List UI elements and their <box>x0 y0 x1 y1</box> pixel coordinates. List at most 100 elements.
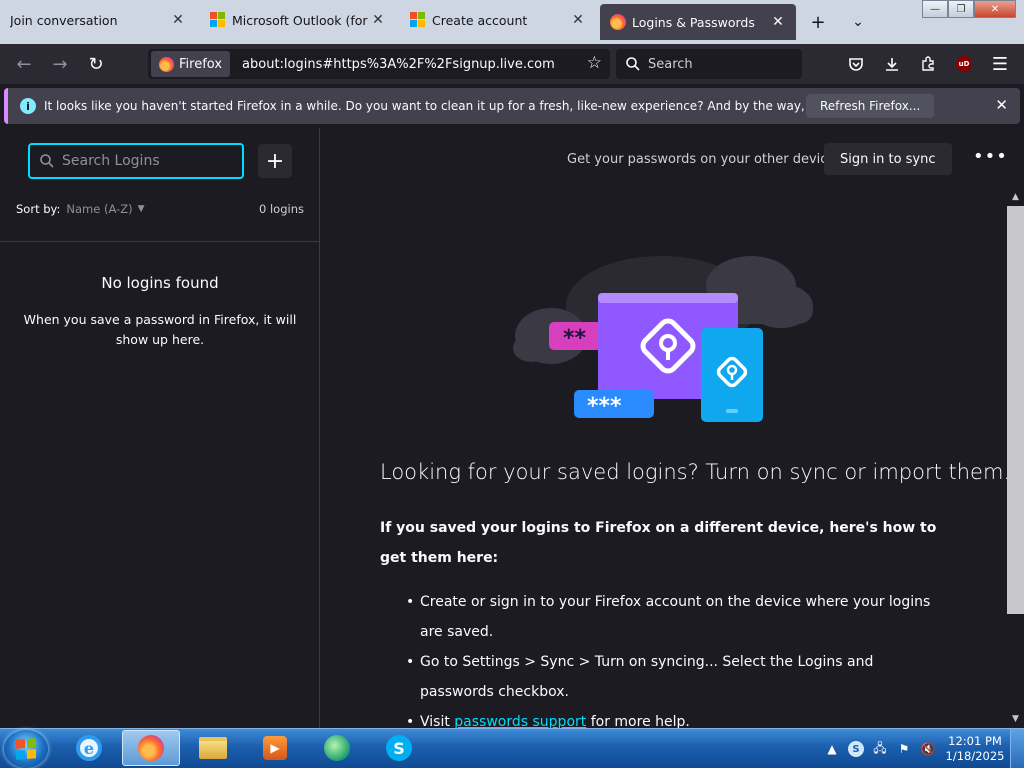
divider <box>0 241 320 242</box>
tab-title: Create account <box>432 12 528 28</box>
identity-label: Firefox <box>179 56 223 72</box>
back-arrow-icon[interactable]: ← <box>8 48 40 80</box>
close-icon[interactable]: ✕ <box>995 96 1008 114</box>
skype-icon: S <box>386 735 412 761</box>
ublock-origin-icon[interactable]: uD <box>948 48 980 80</box>
clock-date: 1/18/2025 <box>945 749 1005 763</box>
clock-time: 12:01 PM <box>948 734 1002 748</box>
internet-explorer-icon: e <box>76 735 102 761</box>
system-tray: ▲ S 🖧 ⚑ 🔇 12:01 PM 1/18/2025 <box>820 729 1024 768</box>
logins-illustration: ** *** <box>513 256 813 422</box>
volume-muted-icon[interactable]: 🔇 <box>919 740 937 758</box>
taskbar-media-player[interactable]: ▶ <box>246 730 304 766</box>
search-bar[interactable]: Search <box>616 49 802 79</box>
notification-bar: i It looks like you haven't started Fire… <box>4 88 1020 124</box>
chat-app-icon <box>324 735 350 761</box>
add-login-button[interactable]: + <box>258 144 292 178</box>
tab-title: Microsoft Outlook (former <box>232 12 368 28</box>
refresh-firefox-button[interactable]: Refresh Firefox... <box>806 94 935 118</box>
reload-icon[interactable]: ↻ <box>80 48 112 80</box>
empty-list-title: No logins found <box>101 274 219 292</box>
taskbar-internet-explorer[interactable]: e <box>60 730 118 766</box>
intro-subheading: If you saved your logins to Firefox on a… <box>380 520 937 566</box>
step-text: for more help. <box>586 714 690 728</box>
sync-steps-list: Create or sign in to your Firefox accoun… <box>406 587 940 728</box>
network-icon[interactable]: 🖧 <box>871 740 889 758</box>
sort-label: Sort by: <box>16 202 61 216</box>
pocket-icon[interactable] <box>840 48 872 80</box>
taskbar-skype[interactable]: S <box>370 730 428 766</box>
tab-logins-passwords[interactable]: Logins & Passwords ✕ <box>600 4 796 40</box>
passwords-support-link[interactable]: passwords support <box>454 714 586 728</box>
media-player-icon: ▶ <box>263 736 287 760</box>
sign-in-to-sync-button[interactable]: Sign in to sync <box>824 143 952 175</box>
intro-pane: Get your passwords on your other devices… <box>321 128 1024 728</box>
firefox-logo-icon <box>159 56 174 72</box>
tab-strip: Join conversation ✕ Microsoft Outlook (f… <box>0 0 1024 44</box>
password-mask: *** <box>587 394 622 419</box>
sort-row: Sort by: Name (A-Z) ▼ 0 logins <box>16 202 304 216</box>
taskbar-firefox[interactable] <box>122 730 180 766</box>
chevron-down-icon[interactable]: ▼ <box>138 204 145 214</box>
downloads-icon[interactable] <box>876 48 908 80</box>
restore-button[interactable]: ❐ <box>948 0 974 18</box>
empty-list-description: When you save a password in Firefox, it … <box>23 312 297 347</box>
tab-join-conversation[interactable]: Join conversation ✕ <box>0 0 196 40</box>
close-icon[interactable]: ✕ <box>568 10 588 30</box>
folder-icon <box>199 737 227 759</box>
forward-arrow-icon[interactable]: → <box>44 48 76 80</box>
identity-box[interactable]: Firefox <box>151 51 231 77</box>
sort-select[interactable]: Name (A-Z) <box>66 202 132 216</box>
microsoft-logo-icon <box>410 12 426 28</box>
scrollbar-thumb[interactable] <box>1007 206 1024 614</box>
list-item: Create or sign in to your Firefox accoun… <box>406 587 940 647</box>
start-button[interactable] <box>4 730 48 768</box>
windows-logo-icon <box>16 738 36 760</box>
tab-title: Join conversation <box>10 12 118 28</box>
sync-prompt-text: Get your passwords on your other devices <box>567 152 843 167</box>
intro-heading: Looking for your saved logins? Turn on s… <box>380 460 1011 484</box>
action-center-flag-icon[interactable]: ⚑ <box>895 740 913 758</box>
extensions-icon[interactable] <box>912 48 944 80</box>
close-icon[interactable]: ✕ <box>168 10 188 30</box>
microsoft-logo-icon <box>210 12 226 28</box>
firefox-logo-icon <box>610 14 626 30</box>
tab-title: Logins & Passwords <box>632 14 755 30</box>
close-icon[interactable]: ✕ <box>368 10 388 30</box>
logins-list-pane: + Sort by: Name (A-Z) ▼ 0 logins No logi… <box>0 128 320 728</box>
new-tab-button[interactable]: + <box>806 10 830 34</box>
scroll-down-arrow-icon[interactable]: ▼ <box>1007 712 1024 726</box>
clock[interactable]: 12:01 PM 1/18/2025 <box>940 734 1010 764</box>
show-desktop-button[interactable] <box>1010 729 1024 768</box>
hamburger-menu-icon[interactable]: ☰ <box>984 48 1016 80</box>
url-text[interactable]: about:logins#https%3A%2F%2Fsignup.live.c… <box>242 57 555 72</box>
scroll-up-arrow-icon[interactable]: ▲ <box>1007 190 1024 204</box>
taskbar: e ▶ S ▲ S 🖧 ⚑ 🔇 12:01 PM 1/18/2025 <box>0 728 1024 768</box>
list-item: Visit passwords support for more help. <box>406 707 940 728</box>
search-icon <box>40 154 54 168</box>
tab-create-account[interactable]: Create account ✕ <box>400 0 596 40</box>
search-logins-field[interactable] <box>28 143 244 179</box>
navigation-toolbar: ← → ↻ Firefox about:logins#https%3A%2F%2… <box>0 44 1024 84</box>
list-all-tabs-button[interactable]: ⌄ <box>846 10 870 34</box>
close-icon[interactable]: ✕ <box>768 12 788 32</box>
search-icon <box>626 57 640 71</box>
search-logins-input[interactable] <box>62 153 232 169</box>
more-options-icon[interactable]: ••• <box>973 146 1008 167</box>
skype-tray-icon[interactable]: S <box>847 740 865 758</box>
taskbar-file-explorer[interactable] <box>184 730 242 766</box>
url-bar[interactable]: Firefox about:logins#https%3A%2F%2Fsignu… <box>148 49 610 79</box>
logins-count: 0 logins <box>259 202 304 216</box>
show-hidden-icons-icon[interactable]: ▲ <box>823 740 841 758</box>
info-icon: i <box>20 98 36 114</box>
window-close-button[interactable]: ✕ <box>974 0 1016 18</box>
bookmark-star-icon[interactable]: ☆ <box>587 53 602 73</box>
list-item: Go to Settings > Sync > Turn on syncing.… <box>406 647 940 707</box>
search-bar-placeholder: Search <box>648 56 693 72</box>
tab-microsoft-outlook[interactable]: Microsoft Outlook (former ✕ <box>200 0 396 40</box>
notification-message: It looks like you haven't started Firefo… <box>44 99 900 113</box>
password-mask: ** <box>563 326 587 351</box>
minimize-button[interactable]: — <box>922 0 948 18</box>
taskbar-chat-app[interactable] <box>308 730 366 766</box>
firefox-logo-icon <box>138 735 164 761</box>
